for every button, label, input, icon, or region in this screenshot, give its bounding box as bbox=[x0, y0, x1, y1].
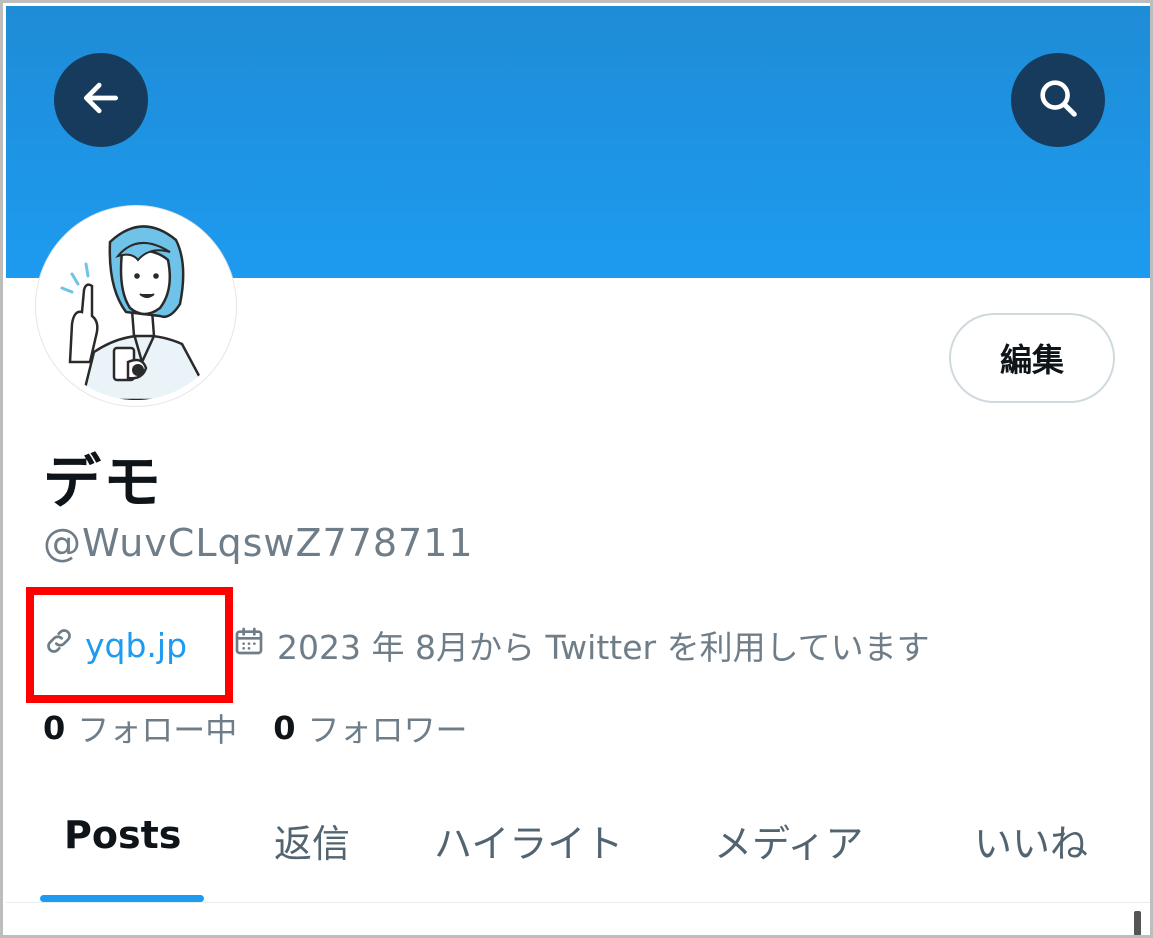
tab-posts[interactable]: Posts bbox=[64, 813, 181, 857]
tab-replies[interactable]: 返信 bbox=[274, 813, 350, 868]
back-button[interactable] bbox=[54, 53, 148, 147]
website-link[interactable]: yqb.jp bbox=[43, 625, 187, 665]
following-link[interactable]: 0 フォロー中 bbox=[43, 705, 237, 751]
following-count: 0 bbox=[43, 709, 66, 747]
following-label: フォロー中 bbox=[77, 711, 238, 749]
active-tab-indicator bbox=[40, 895, 204, 902]
tab-highlights[interactable]: ハイライト bbox=[434, 813, 623, 868]
profile-screen: 編集 デモ @WuvCLqswZ778711 yqb.jp 2023 年 8月か… bbox=[0, 0, 1153, 938]
avatar-illustration bbox=[42, 212, 230, 400]
link-icon bbox=[43, 625, 75, 665]
followers-link[interactable]: 0 フォロワー bbox=[273, 705, 467, 751]
profile-tabs: Posts 返信 ハイライト メディア いいね bbox=[6, 793, 1150, 903]
joined-date: 2023 年 8月から Twitter を利用しています bbox=[233, 621, 930, 669]
user-handle: @WuvCLqswZ778711 bbox=[43, 521, 474, 565]
scrollbar[interactable] bbox=[1134, 911, 1141, 935]
followers-label: フォロワー bbox=[307, 711, 468, 749]
profile-meta: yqb.jp 2023 年 8月から Twitter を利用しています bbox=[43, 615, 930, 675]
edit-profile-button[interactable]: 編集 bbox=[949, 313, 1115, 403]
joined-text: 2023 年 8月から Twitter を利用しています bbox=[277, 628, 930, 667]
tab-media[interactable]: メディア bbox=[714, 813, 863, 868]
search-icon bbox=[1035, 75, 1081, 125]
display-name: デモ bbox=[43, 448, 164, 516]
arrow-left-icon bbox=[79, 76, 123, 124]
search-button[interactable] bbox=[1011, 53, 1105, 147]
tab-likes[interactable]: いいね bbox=[974, 813, 1088, 868]
website-link-text[interactable]: yqb.jp bbox=[85, 626, 187, 665]
calendar-icon bbox=[233, 625, 265, 665]
avatar[interactable] bbox=[36, 206, 236, 406]
follow-stats: 0 フォロー中 0 フォロワー bbox=[43, 703, 468, 753]
followers-count: 0 bbox=[273, 709, 296, 747]
